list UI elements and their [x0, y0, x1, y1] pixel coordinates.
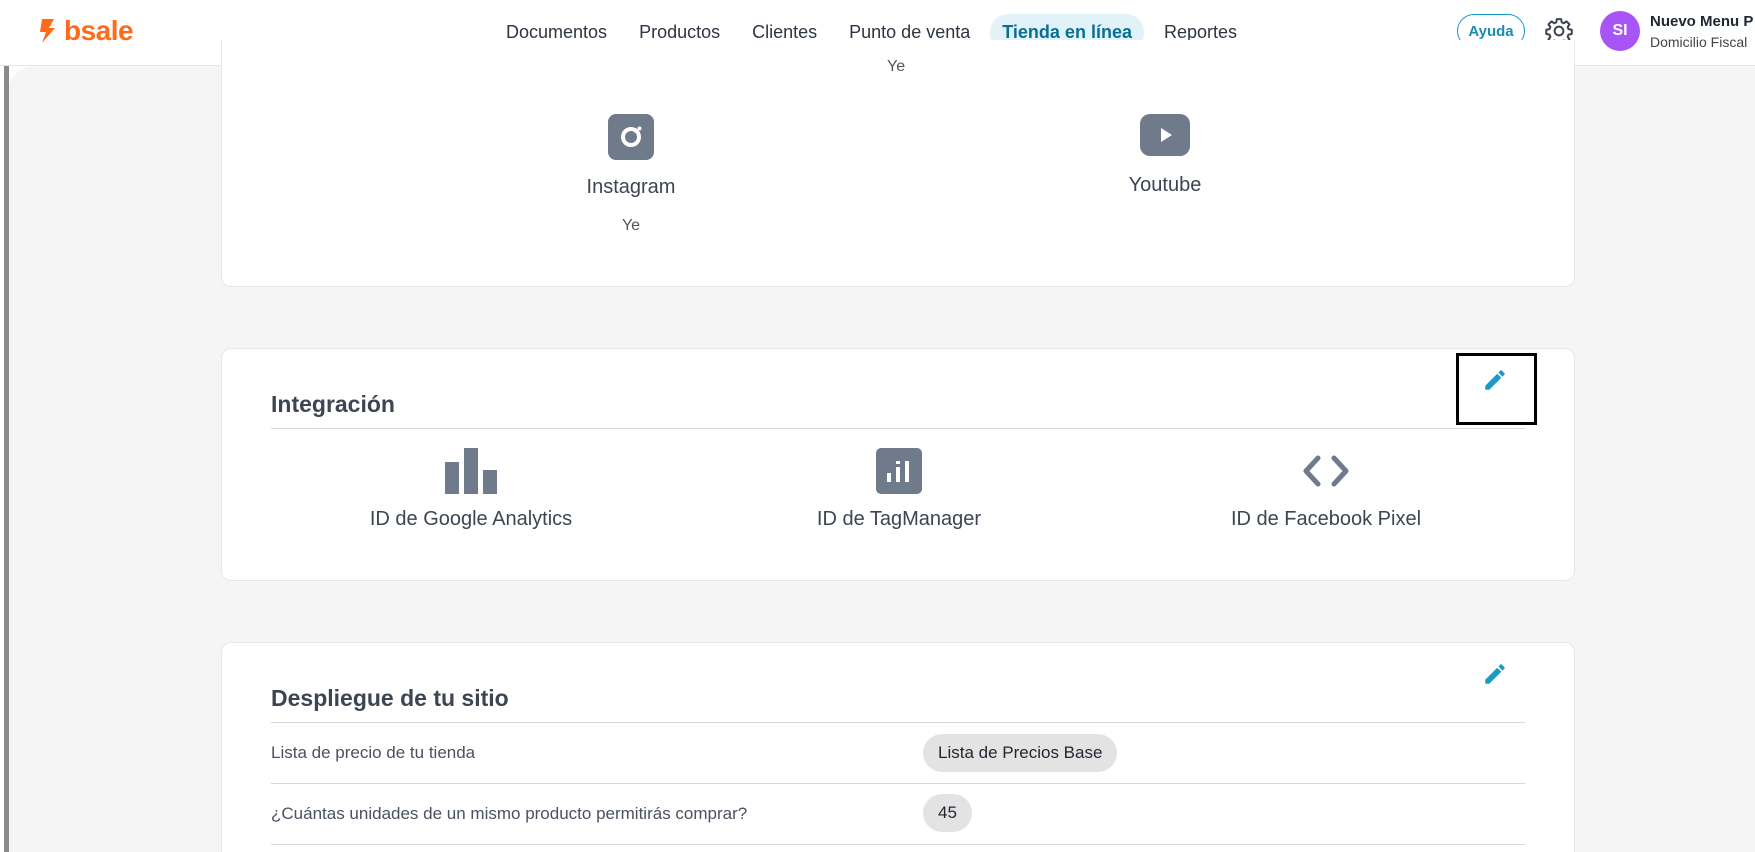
- deploy-title: Despliegue de tu sitio: [271, 685, 509, 711]
- bsale-logo-icon: [40, 19, 55, 43]
- selection-highlight-box: [1456, 353, 1537, 425]
- social-item-youtube: Youtube: [1106, 114, 1224, 197]
- integration-label: ID de Google Analytics: [369, 508, 573, 530]
- edit-pencil-icon[interactable]: [1482, 661, 1508, 687]
- integration-divider: [271, 428, 1525, 429]
- integration-label: ID de Facebook Pixel: [1230, 508, 1422, 530]
- row-divider: [271, 783, 1525, 784]
- integration-item-facebook-pixel: ID de Facebook Pixel: [1201, 448, 1451, 531]
- deploy-divider: [271, 722, 1525, 723]
- integration-label: ID de TagManager: [816, 508, 982, 530]
- user-fiscal-address: Domicilio Fiscal: [1650, 34, 1748, 50]
- row-divider: [271, 844, 1525, 845]
- bsale-logo[interactable]: bsale: [38, 15, 134, 46]
- instagram-icon: [608, 114, 654, 160]
- tag-manager-icon: [876, 448, 922, 494]
- social-value: Ye: [621, 217, 641, 234]
- max-units-label: ¿Cuántas unidades de un mismo producto p…: [271, 804, 748, 823]
- code-icon: [1303, 455, 1349, 487]
- max-units-value: 45: [923, 794, 972, 832]
- social-label: Instagram: [586, 176, 676, 198]
- social-item-instagram: Instagram Ye: [572, 114, 690, 235]
- youtube-icon: [1140, 114, 1190, 156]
- integration-item-tagmanager: ID de TagManager: [774, 448, 1024, 531]
- brand-name: bsale: [64, 15, 134, 46]
- social-label: Youtube: [1128, 174, 1202, 196]
- price-list-label: Lista de precio de tu tienda: [271, 743, 476, 762]
- social-networks-card: [221, 40, 1575, 287]
- partial-social-value: Ye: [887, 58, 906, 75]
- avatar[interactable]: SI: [1600, 11, 1640, 51]
- integration-item-google-analytics: ID de Google Analytics: [346, 448, 596, 531]
- sidebar-edge: [4, 66, 9, 852]
- integration-title: Integración: [271, 391, 395, 417]
- price-list-value: Lista de Precios Base: [923, 734, 1118, 772]
- user-name[interactable]: Nuevo Menu P: [1650, 13, 1753, 30]
- bar-chart-icon: [445, 448, 497, 494]
